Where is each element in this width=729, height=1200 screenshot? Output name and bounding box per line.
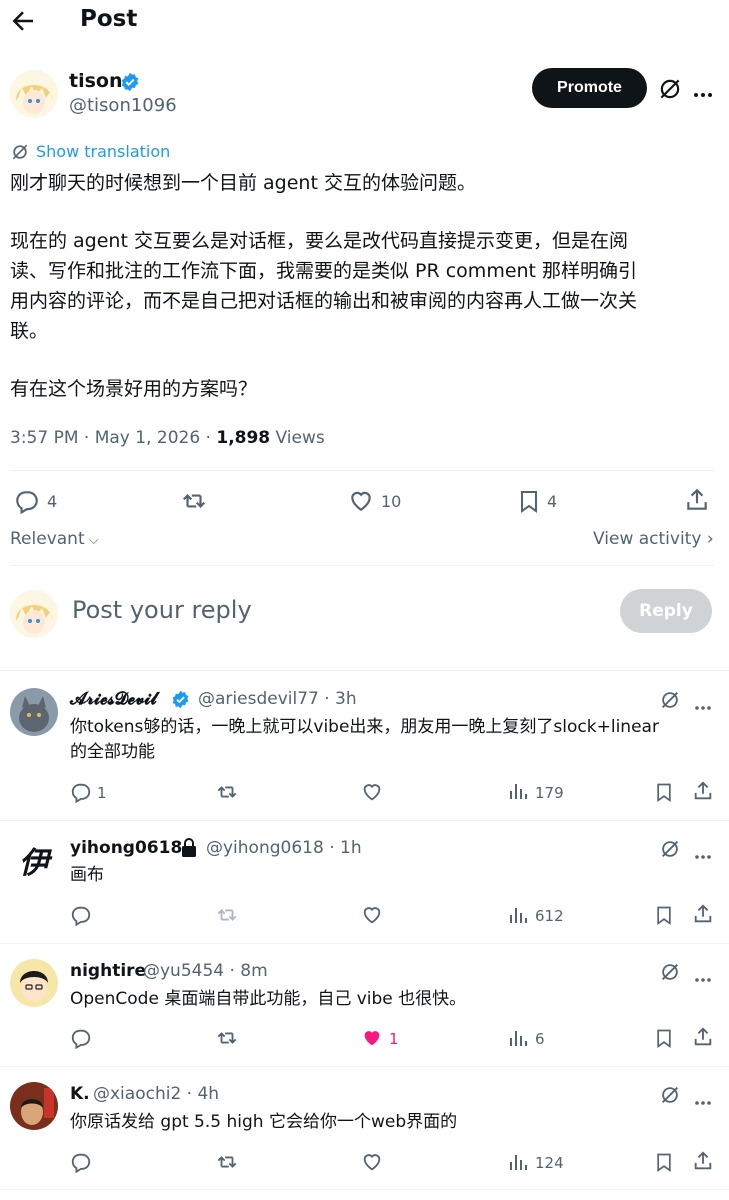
promote-button[interactable]: Promote [532,68,647,108]
bookmark-count: 4 [547,492,558,511]
avatar[interactable] [10,688,58,736]
views-icon[interactable] [508,1152,528,1176]
more-options-icon[interactable] [694,845,712,864]
reply-count: 4 [47,492,58,511]
reply-author-handle[interactable]: @yu5454 · 8m [143,961,268,981]
like-icon[interactable] [361,1151,383,1177]
reply-author-name[interactable]: yihong0618 [70,838,182,858]
reply-author-handle[interactable]: @yihong0618 · 1h [206,838,362,858]
bookmark-icon[interactable] [654,904,674,930]
back-arrow-icon[interactable] [8,6,38,36]
grok-icon[interactable] [657,76,683,106]
reply-icon[interactable] [70,1027,92,1053]
chevron-down-icon: ⌵ [84,533,99,548]
reply-input[interactable]: Post your reply [72,596,252,624]
author-avatar[interactable] [10,70,58,118]
divider [0,1066,729,1067]
reply-icon[interactable] [70,781,92,807]
retweet-icon[interactable] [215,1151,239,1177]
post-text-para3: 有在这个场景好用的方案吗？ [10,378,258,400]
post-text-para2: 现在的 agent 交互要么是对话框，要么是改代码直接提示变更，但是在阅 读、写… [10,230,638,342]
sort-dropdown[interactable]: Relevant ⌵ [10,529,99,549]
more-options-icon[interactable] [694,968,712,987]
avatar[interactable] [10,959,58,1007]
views-count: 1,898 [216,428,271,448]
reply-text: 你原话发给 gpt 5.5 high 它会给你一个web界面的 [70,1112,458,1132]
divider [10,470,714,471]
divider [10,565,714,566]
retweet-icon[interactable] [180,488,208,518]
share-icon[interactable] [692,780,714,806]
more-options-icon[interactable] [693,84,713,103]
share-icon[interactable] [692,1150,714,1176]
reply-author-name[interactable]: K. [70,1084,90,1104]
reply-count: 1 [97,784,107,802]
lock-icon [180,838,198,862]
share-icon[interactable] [692,1026,714,1052]
reply-author-handle[interactable]: @ariesdevil77 · 3h [198,689,357,709]
avatar[interactable] [10,1082,58,1130]
share-icon[interactable] [692,903,714,929]
bookmark-icon[interactable] [654,1151,674,1177]
retweet-icon[interactable] [215,904,239,930]
bookmark-icon[interactable] [517,488,541,518]
divider [0,670,729,671]
author-name[interactable]: tison [69,70,122,92]
show-translation-link[interactable]: Show translation [36,142,170,161]
reply-button[interactable]: Reply [620,589,712,633]
views-icon[interactable] [508,1028,528,1052]
reply-icon[interactable] [14,488,40,518]
reply-author-name[interactable]: nightire [70,961,146,981]
bookmark-icon[interactable] [654,1027,674,1053]
like-icon[interactable] [361,904,383,930]
views-count: 179 [535,784,564,802]
like-icon[interactable] [348,488,374,518]
grok-icon[interactable] [659,961,681,987]
more-options-icon[interactable] [694,1091,712,1110]
retweet-icon[interactable] [215,1027,239,1053]
sort-label: Relevant [10,529,85,549]
page-title: Post [80,6,138,32]
views-icon[interactable] [508,905,528,929]
divider [0,943,729,944]
reply-icon[interactable] [70,904,92,930]
divider [0,1189,729,1190]
views-label: Views [270,428,325,448]
reply-icon[interactable] [70,1151,92,1177]
view-activity-label: View activity [593,529,702,549]
like-icon[interactable] [361,781,383,807]
post-text-line1: 刚才聊天的时候想到一个目前 agent 交互的体验问题。 [10,172,476,194]
grok-icon[interactable] [659,838,681,864]
reply-text: OpenCode 桌面端自带此功能，自己 vibe 也很快。 [70,989,467,1009]
views-icon[interactable] [508,781,528,805]
my-avatar[interactable] [10,590,58,638]
views-count: 124 [535,1154,564,1172]
author-handle[interactable]: @tison1096 [69,95,177,116]
share-icon[interactable] [684,487,710,517]
verified-badge-icon [171,690,190,713]
chevron-right-icon: › [701,529,714,549]
view-activity-link[interactable]: View activity › [593,529,714,549]
like-count: 10 [381,492,402,511]
reply-text: 画布 [70,865,104,885]
retweet-icon[interactable] [215,781,239,807]
divider [0,820,729,821]
translate-icon[interactable] [10,142,30,166]
reply-author-name[interactable]: 𝓐𝓻𝓲𝓮𝓼𝓓𝓮𝓿𝓲𝓵 [70,689,157,709]
more-options-icon[interactable] [694,696,712,715]
grok-icon[interactable] [659,1084,681,1110]
grok-icon[interactable] [659,689,681,715]
post-time[interactable]: 3:57 PM · May 1, 2026 · [10,428,216,448]
avatar[interactable]: 伊 [10,836,58,884]
like-filled-icon[interactable] [361,1027,383,1053]
post-meta: 3:57 PM · May 1, 2026 · 1,898 Views [10,428,325,448]
verified-badge-icon [120,72,140,96]
like-count: 1 [389,1030,399,1048]
reply-author-handle[interactable]: @xiaochi2 · 4h [93,1084,219,1104]
reply-text: 你tokens够的话，一晚上就可以vibe出来，朋友用一晚上复刻了slock+l… [70,717,659,762]
views-count: 6 [535,1030,545,1048]
views-count: 612 [535,907,564,925]
bookmark-icon[interactable] [654,781,674,807]
